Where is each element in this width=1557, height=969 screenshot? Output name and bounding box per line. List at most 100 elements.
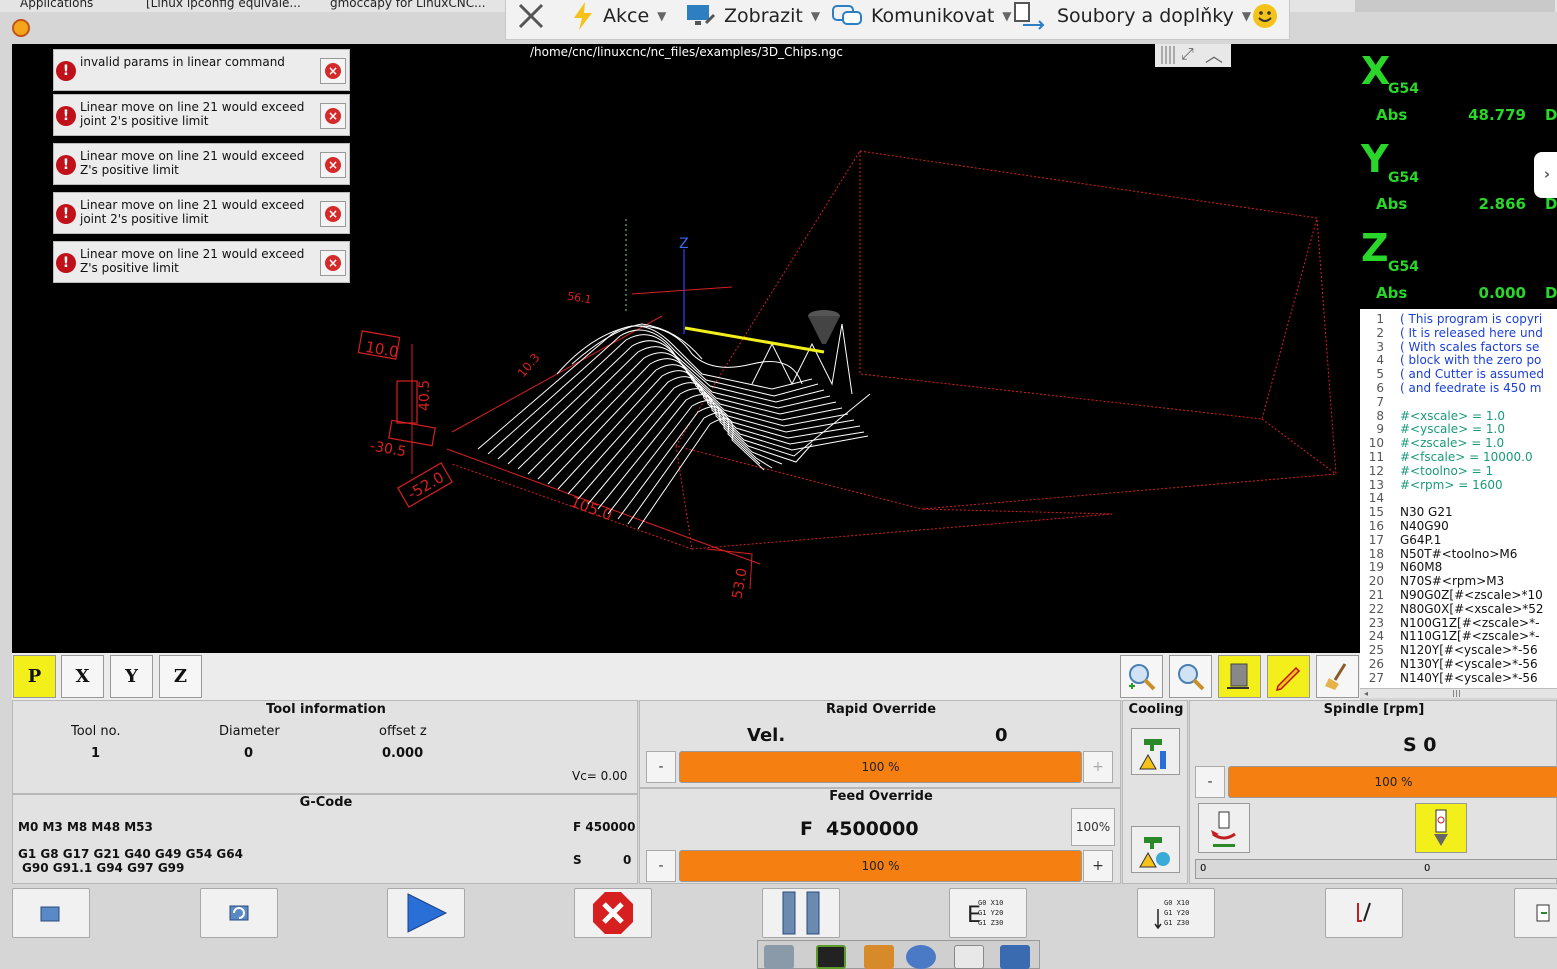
gcode-line[interactable]: 16 N40G90 xyxy=(1360,519,1449,533)
gcode-line[interactable]: 9 #<yscale> = 1.0 xyxy=(1360,422,1505,436)
view-x-label: X xyxy=(75,666,90,687)
gcode-listing[interactable]: 1 ( This program is copyri 2 ( It is releas… xyxy=(1360,309,1557,688)
feed-increase-button[interactable]: + xyxy=(1083,850,1113,882)
run-button[interactable] xyxy=(387,888,465,938)
dro-y-value[interactable]: 2.866 xyxy=(1465,195,1526,213)
gcode-line[interactable]: 21 N90G0Z[#<zscale>*10 xyxy=(1360,588,1543,602)
line-code: N110G1Z[#<zscale>*- xyxy=(1400,629,1540,644)
smiley-icon[interactable] xyxy=(1251,3,1279,29)
archive-icon[interactable] xyxy=(864,945,894,969)
dro-z-mode: Abs xyxy=(1376,284,1408,302)
next-page-button[interactable] xyxy=(1514,888,1557,938)
view-y-label: Y xyxy=(125,666,138,687)
taskbar-window-gmoccapy[interactable]: gmoccapy for LinuxCNC... xyxy=(330,0,486,10)
dro-z-value[interactable]: 0.000 xyxy=(1465,284,1526,302)
menu-zobrazit[interactable]: Zobrazit ▼ xyxy=(686,3,820,29)
gcode-line[interactable]: 14 xyxy=(1360,491,1400,505)
stop-button[interactable] xyxy=(574,888,652,938)
gcode-line[interactable]: 13 #<rpm> = 1600 xyxy=(1360,478,1503,492)
menu-komunikovat[interactable]: Komunikovat ▼ xyxy=(831,3,1012,29)
menu-soubory[interactable]: Soubory a doplňky ▼ xyxy=(1013,2,1251,30)
spindle-reverse-button[interactable] xyxy=(1198,803,1250,853)
gcode-line[interactable]: 24 N110G1Z[#<zscale>*- xyxy=(1360,629,1540,644)
gcode-line[interactable]: 25 N120Y[#<yscale>*-56 xyxy=(1360,643,1538,657)
spindle-stop-button[interactable] xyxy=(1415,803,1467,853)
gcode-line[interactable]: 2 ( It is released here und xyxy=(1360,326,1542,340)
scroll-thumb[interactable] xyxy=(1453,690,1461,697)
gcode-line[interactable]: 8 #<xscale> = 1.0 xyxy=(1360,409,1505,423)
view-y-button[interactable]: Y xyxy=(110,655,153,698)
applications-menu[interactable]: Applications xyxy=(20,0,93,10)
feed-decrease-button[interactable]: - xyxy=(646,850,676,882)
gcode-line[interactable]: 3 ( With scales factors se xyxy=(1360,340,1539,354)
toolpath-preview[interactable]: /home/cnc/linuxcnc/nc_files/examples/3D_… xyxy=(12,44,1360,653)
scroll-left-icon[interactable]: ◂ xyxy=(1364,690,1370,698)
taskbar-window-browser[interactable]: [Linux ipconfig equivale... xyxy=(146,0,301,10)
rapid-override-slider[interactable]: 100 % xyxy=(679,751,1082,783)
step-icon: E G0 X10 G1 Y20 G1 Z30 xyxy=(967,899,1003,928)
gcode-line[interactable]: 23 N100G1Z[#<zscale>*- xyxy=(1360,616,1540,630)
gcode-line[interactable]: 17 G64P.1 xyxy=(1360,533,1442,547)
gcode-scrollbar[interactable]: ◂ xyxy=(1360,688,1557,698)
show-dimensions-button[interactable] xyxy=(1218,655,1261,698)
view-z-button[interactable]: Z xyxy=(159,655,202,698)
spindle-override-slider[interactable]: 100 % xyxy=(1228,766,1557,798)
gcode-line[interactable]: 4 ( block with the zero po xyxy=(1360,353,1541,367)
dro-z-letter[interactable]: Z xyxy=(1361,228,1389,268)
block-delete-icon xyxy=(1357,902,1371,922)
feed-reset-button[interactable]: 100% xyxy=(1071,808,1115,846)
close-icon[interactable] xyxy=(516,3,546,29)
line-code: N120Y[#<yscale>*-56 xyxy=(1400,643,1538,658)
flood-coolant-button[interactable] xyxy=(1131,728,1180,775)
open-file-button[interactable] xyxy=(12,888,90,938)
clear-plot-button[interactable] xyxy=(1316,655,1359,698)
terminal-icon[interactable] xyxy=(816,945,846,969)
gcode-line[interactable]: 7 xyxy=(1360,395,1400,409)
gcode-line[interactable]: 20 N70S#<rpm>M3 xyxy=(1360,574,1505,588)
pause-button[interactable] xyxy=(762,888,840,938)
offset-z-value: 0.000 xyxy=(382,746,424,761)
run-from-line-button[interactable]: G0 X10 G1 Y20 G1 Z30 xyxy=(1137,888,1215,938)
gcode-line[interactable]: 11 #<fscale> = 10000.0 xyxy=(1360,450,1533,464)
dro-y-letter[interactable]: Y xyxy=(1361,139,1389,179)
svg-text:G1 Z30: G1 Z30 xyxy=(978,919,1003,927)
optional-block-button[interactable] xyxy=(1325,888,1403,938)
edit-button[interactable] xyxy=(1267,655,1310,698)
mist-coolant-button[interactable] xyxy=(1131,826,1180,873)
spindle-panel: Spindle [rpm] S 0 - 100 % 0 0 xyxy=(1189,700,1557,884)
view-perspective-button[interactable]: P xyxy=(13,655,56,698)
gcode-line[interactable]: 26 N130Y[#<yscale>*-56 xyxy=(1360,657,1538,671)
line-number: 15 xyxy=(1368,505,1384,520)
browser-icon[interactable] xyxy=(906,945,936,969)
dro-x-letter[interactable]: X xyxy=(1361,51,1390,91)
gcode-line[interactable]: 10 #<zscale> = 1.0 xyxy=(1360,436,1504,450)
broom-icon xyxy=(1325,663,1347,690)
step-button[interactable]: E G0 X10 G1 Y20 G1 Z30 xyxy=(949,888,1027,938)
rapid-increase-button[interactable]: + xyxy=(1083,751,1113,783)
view-x-button[interactable]: X xyxy=(61,655,104,698)
tool-info-panel: Tool information Tool no. Diameter offse… xyxy=(12,700,638,794)
menu-akce[interactable]: Akce ▼ xyxy=(571,2,666,30)
rapid-decrease-button[interactable]: - xyxy=(646,751,676,783)
gcode-line[interactable]: 12 #<toolno> = 1 xyxy=(1360,464,1493,478)
search-icon[interactable] xyxy=(954,945,984,969)
spindle-decrease-button[interactable]: - xyxy=(1195,766,1225,798)
home-icon[interactable] xyxy=(764,945,794,969)
gcode-line[interactable]: 19 N60M8 xyxy=(1360,560,1443,574)
feed-override-slider[interactable]: 100 % xyxy=(679,850,1082,882)
gcode-line[interactable]: 15 N30 G21 xyxy=(1360,505,1453,519)
line-number: 27 xyxy=(1368,670,1384,685)
reload-button[interactable] xyxy=(200,888,278,938)
gcode-line[interactable]: 27 N140Y[#<yscale>*-56 xyxy=(1360,671,1538,685)
gcode-line[interactable]: 1 ( This program is copyri xyxy=(1360,312,1542,326)
gcode-line[interactable]: 18 N50T#<toolno>M6 xyxy=(1360,547,1518,561)
monitor-icon xyxy=(687,5,716,25)
zoom-in-button[interactable] xyxy=(1120,655,1163,698)
gcode-line[interactable]: 5 ( and Cutter is assumed xyxy=(1360,367,1544,381)
chevron-right-icon[interactable]: › xyxy=(1534,152,1557,198)
gcode-line[interactable]: 6 ( and feedrate is 450 m xyxy=(1360,381,1541,395)
zoom-out-button[interactable] xyxy=(1169,655,1212,698)
gcode-line[interactable]: 22 N80G0X[#<xscale>*52 xyxy=(1360,602,1544,616)
dro-x-value[interactable]: 48.779 xyxy=(1465,106,1526,124)
folder-icon[interactable] xyxy=(1000,945,1030,969)
